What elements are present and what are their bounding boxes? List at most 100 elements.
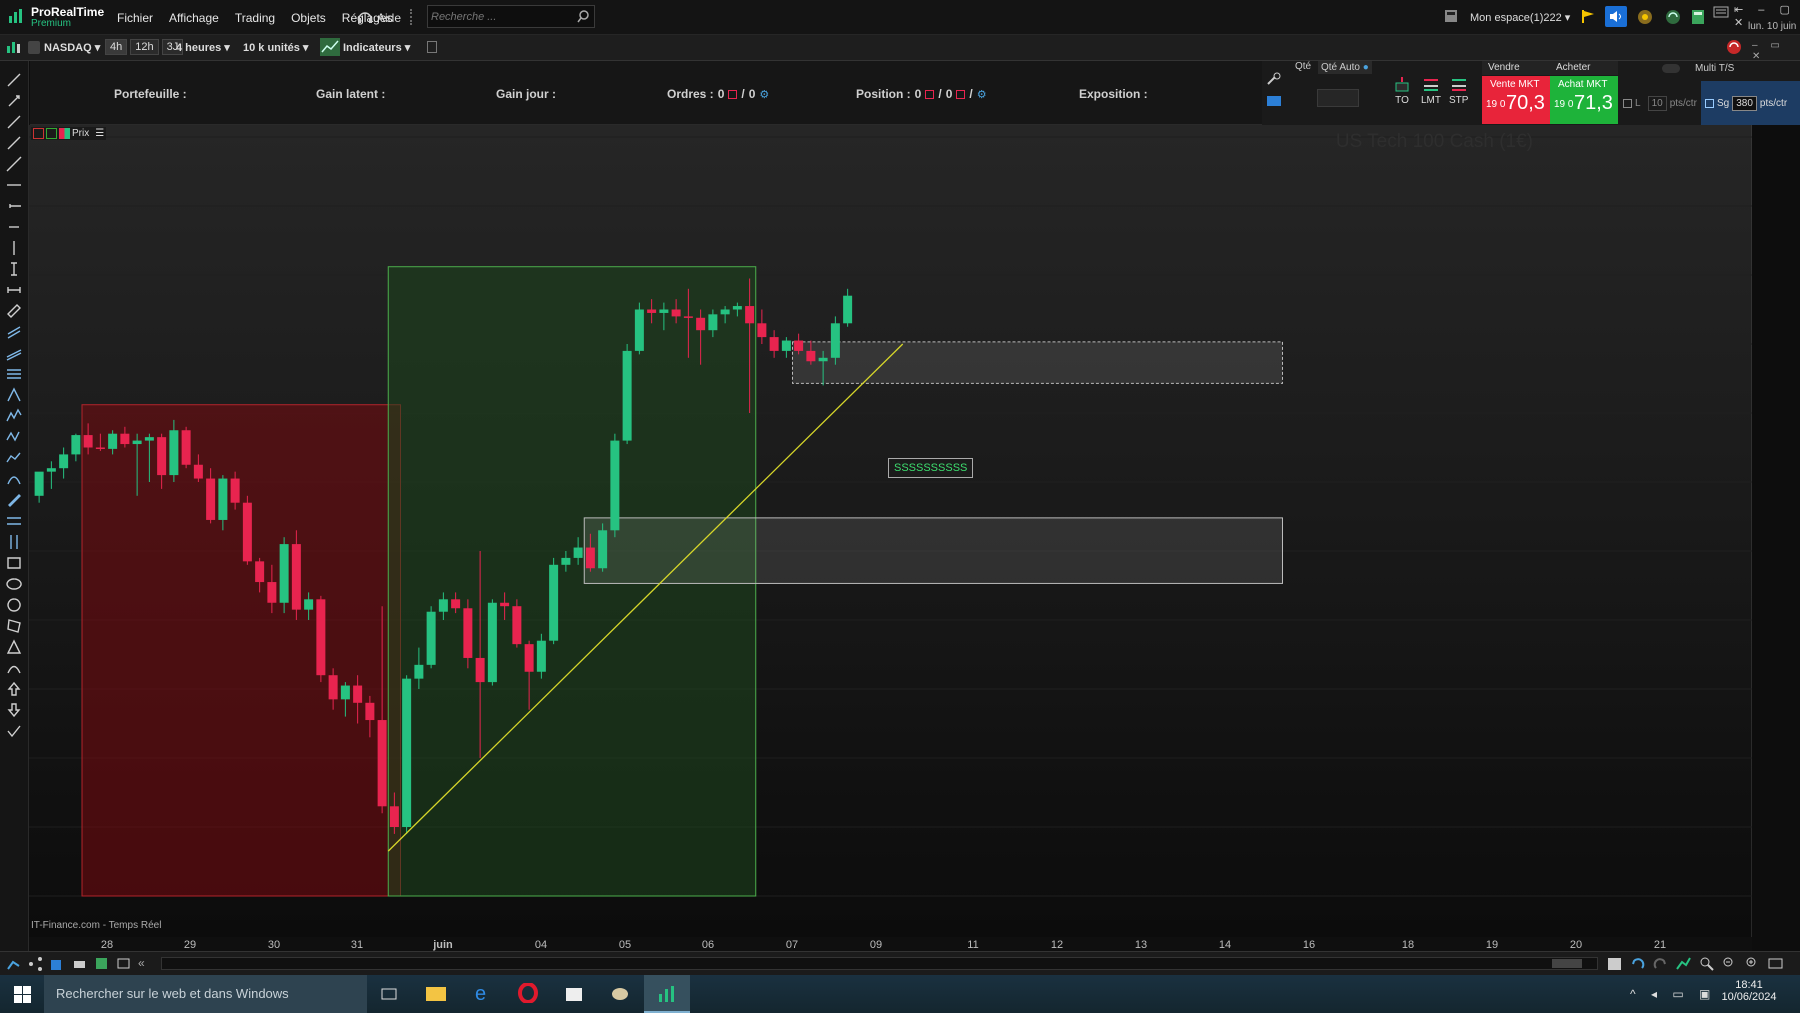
- line-tool-icon[interactable]: [5, 71, 23, 89]
- panel-window-controls[interactable]: – ▭ ✕: [1752, 40, 1800, 62]
- close-chart-icon[interactable]: [33, 128, 44, 139]
- edge-icon[interactable]: e: [472, 983, 492, 1008]
- parallel-lines-icon[interactable]: [5, 512, 23, 530]
- horizontal-segment-icon[interactable]: [5, 218, 23, 236]
- qty-input[interactable]: [1317, 89, 1359, 107]
- zoom-in-icon[interactable]: [1745, 956, 1760, 971]
- horizontal-line-icon[interactable]: [5, 176, 23, 194]
- fullscreen-icon[interactable]: [1768, 956, 1783, 971]
- path-tool-icon[interactable]: [5, 470, 23, 488]
- sound-icon[interactable]: [1605, 6, 1627, 27]
- period-selector[interactable]: 4 heures ▾: [176, 41, 230, 54]
- extended-line-icon[interactable]: [5, 155, 23, 173]
- scrollbar-thumb[interactable]: [1552, 959, 1582, 968]
- elliott-wave-icon[interactable]: [5, 407, 23, 425]
- l-value[interactable]: 10: [1648, 96, 1667, 111]
- calculator-icon[interactable]: [1691, 9, 1705, 30]
- channel-tool-icon[interactable]: [5, 323, 23, 341]
- headset-icon[interactable]: [357, 10, 373, 29]
- refresh-globe-icon[interactable]: [1664, 8, 1682, 31]
- timeframe-12h[interactable]: 12h: [130, 39, 158, 55]
- buy-market-button[interactable]: Achat MKT 19 0 71,3: [1550, 76, 1618, 124]
- arc-tool-icon[interactable]: [5, 659, 23, 677]
- check-mark-icon[interactable]: [5, 722, 23, 740]
- wrench-icon[interactable]: [1266, 72, 1282, 91]
- window-icon[interactable]: [116, 956, 131, 971]
- l-checkbox[interactable]: [1623, 99, 1632, 108]
- fibonacci-tool-icon[interactable]: [5, 365, 23, 383]
- qty-auto-toggle[interactable]: Qté Auto ●: [1318, 61, 1372, 74]
- calendar-icon[interactable]: [1607, 956, 1622, 971]
- sg-checkbox[interactable]: [1705, 99, 1714, 108]
- search-input[interactable]: [431, 9, 571, 24]
- circle-tool-icon[interactable]: [5, 596, 23, 614]
- ray-tool-icon[interactable]: [5, 134, 23, 152]
- news-icon[interactable]: [1713, 5, 1729, 23]
- box-zone[interactable]: [584, 518, 1282, 584]
- timeframe-4h[interactable]: 4h: [105, 39, 127, 55]
- sell-market-button[interactable]: Vente MKT 19 0 70,3: [1482, 76, 1550, 124]
- bearish-zone[interactable]: [82, 405, 401, 896]
- lock-icon[interactable]: [28, 41, 40, 54]
- share-icon[interactable]: [28, 956, 43, 971]
- sg-value[interactable]: 380: [1732, 96, 1757, 111]
- windows-start-icon[interactable]: [14, 986, 31, 1008]
- help-link[interactable]: Aide: [377, 11, 401, 25]
- price-range-icon[interactable]: [5, 260, 23, 278]
- add-chart-icon[interactable]: [46, 128, 57, 139]
- box-zone[interactable]: [793, 342, 1283, 383]
- paint-icon[interactable]: [610, 983, 630, 1008]
- arrow-down-icon[interactable]: [5, 701, 23, 719]
- alerts-icon[interactable]: [1636, 8, 1654, 31]
- vertical-line-icon[interactable]: [5, 239, 23, 257]
- menu-item-objets[interactable]: Objets: [291, 11, 326, 25]
- indicators-icon[interactable]: [320, 38, 340, 61]
- sync-icon[interactable]: [1725, 38, 1743, 61]
- system-tray-icons[interactable]: ^ ◂ ▭ ▣: [1630, 987, 1716, 1001]
- indicators-button[interactable]: Indicateurs ▾: [343, 41, 410, 54]
- menu-item-trading[interactable]: Trading: [235, 11, 275, 25]
- vertical-lines-icon[interactable]: [5, 533, 23, 551]
- flag-icon[interactable]: [1581, 9, 1595, 29]
- opera-icon[interactable]: [518, 983, 538, 1008]
- export-icon[interactable]: [94, 956, 109, 971]
- copy-icon[interactable]: [50, 956, 65, 971]
- store-icon[interactable]: [564, 983, 584, 1008]
- collapse-icon[interactable]: «: [138, 956, 145, 971]
- prorealtime-taskbar-app[interactable]: [644, 975, 690, 1013]
- regression-channel-icon[interactable]: [5, 344, 23, 362]
- taskbar-search[interactable]: Rechercher sur le web et dans Windows: [44, 975, 367, 1013]
- menu-item-affichage[interactable]: Affichage: [169, 11, 219, 25]
- undo-icon[interactable]: [1630, 956, 1645, 971]
- arrow-up-icon[interactable]: [5, 680, 23, 698]
- pointer-tool-icon[interactable]: [5, 92, 23, 110]
- search-icon[interactable]: [577, 10, 590, 28]
- horizontal-ray-icon[interactable]: [5, 197, 23, 215]
- rectangle-tool-icon[interactable]: [5, 554, 23, 572]
- workspace-icon[interactable]: [1444, 9, 1458, 28]
- time-range-icon[interactable]: [5, 281, 23, 299]
- instrument-selector[interactable]: NASDAQ ▾: [44, 41, 100, 54]
- zoom-area-icon[interactable]: [1699, 956, 1714, 971]
- ellipse-tool-icon[interactable]: [5, 575, 23, 593]
- list-icon[interactable]: ☰: [95, 128, 104, 139]
- menu-item-fichier[interactable]: Fichier: [117, 11, 153, 25]
- chart-canvas[interactable]: US Tech 100 Cash (1€) 19 30019 20019 100…: [29, 125, 1752, 937]
- keyboard-icon[interactable]: [1266, 94, 1282, 112]
- to-button[interactable]: TO: [1393, 76, 1411, 106]
- polygon-tool-icon[interactable]: [5, 617, 23, 635]
- task-view-icon[interactable]: [380, 985, 398, 1008]
- text-annotation[interactable]: SSSSSSSSSS: [888, 458, 973, 478]
- orders-settings-icon[interactable]: ⚙: [759, 88, 769, 101]
- system-clock[interactable]: 18:41 10/06/2024: [1720, 979, 1778, 1003]
- zigzag-icon[interactable]: [5, 428, 23, 446]
- triangle-tool-icon[interactable]: [5, 638, 23, 656]
- stp-button[interactable]: STP: [1449, 76, 1468, 106]
- ruler-icon[interactable]: [5, 302, 23, 320]
- position-settings-icon[interactable]: ⚙: [977, 88, 987, 101]
- horizontal-scrollbar[interactable]: [161, 957, 1598, 970]
- lmt-button[interactable]: LMT: [1421, 76, 1441, 106]
- position-summary[interactable]: Position : 0 / 0 / ⚙: [856, 87, 987, 101]
- workspace-selector[interactable]: Mon espace(1)222 ▾: [1470, 11, 1570, 24]
- draw-mode-icon[interactable]: [6, 956, 21, 971]
